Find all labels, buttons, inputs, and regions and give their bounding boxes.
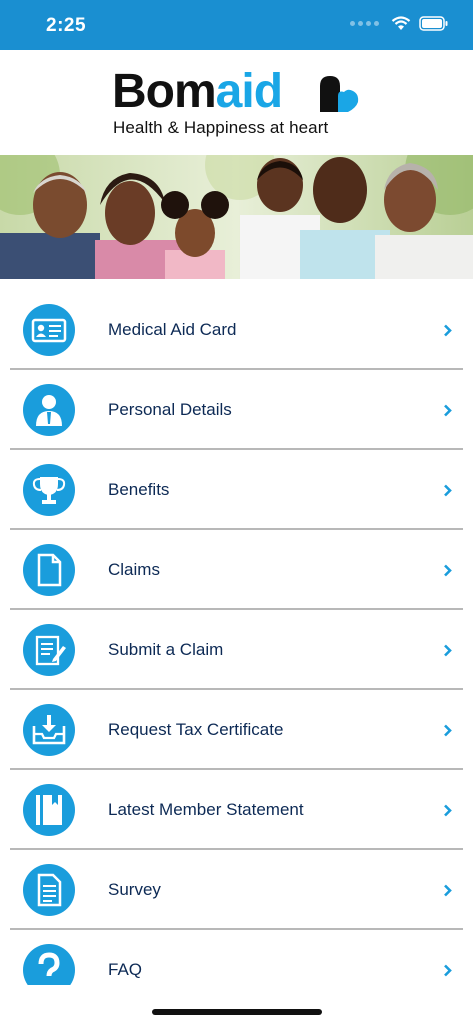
battery-icon: [419, 16, 448, 31]
edit-document-icon: [23, 624, 75, 676]
hero-image: [0, 155, 473, 279]
list-document-icon: [23, 864, 75, 916]
chevron-right-icon: [444, 484, 452, 497]
menu-item-benefits[interactable]: Benefits: [10, 450, 463, 530]
chevron-right-icon: [444, 404, 452, 417]
menu-label-faq: FAQ: [108, 960, 143, 979]
menu-label-latest-member-statement: Latest Member Statement: [108, 800, 304, 819]
brand-logo: Bomaid: [112, 65, 283, 118]
trophy-icon: [23, 464, 75, 516]
book-icon: [23, 784, 75, 836]
menu-label-personal-details: Personal Details: [108, 400, 232, 419]
id-card-icon: [23, 304, 75, 356]
menu-label-benefits: Benefits: [108, 480, 170, 499]
menu-item-personal-details[interactable]: Personal Details: [10, 370, 463, 450]
menu-label-medical-aid-card: Medical Aid Card: [108, 320, 237, 339]
menu-item-request-tax-certificate[interactable]: Request Tax Certificate: [10, 690, 463, 770]
wifi-icon: [391, 16, 411, 30]
status-bar: 2:25: [0, 0, 473, 50]
menu-label-claims: Claims: [108, 560, 160, 579]
main-menu: Medical Aid Card Personal Details Benefi…: [0, 290, 473, 1008]
chevron-right-icon: [444, 644, 452, 657]
logo-mark-icon: [320, 76, 359, 112]
menu-item-survey[interactable]: Survey: [10, 850, 463, 930]
menu-label-survey: Survey: [108, 880, 161, 899]
chevron-right-icon: [444, 964, 452, 977]
chevron-right-icon: [444, 564, 452, 577]
brand-tagline: Health & Happiness at heart: [113, 118, 329, 137]
chevron-right-icon: [444, 804, 452, 817]
menu-label-request-tax-certificate: Request Tax Certificate: [108, 720, 284, 739]
home-indicator[interactable]: [152, 1009, 322, 1015]
menu-label-submit-a-claim: Submit a Claim: [108, 640, 224, 659]
download-tray-icon: [23, 704, 75, 756]
chevron-right-icon: [444, 884, 452, 897]
brand-header: Bomaid Health & Happiness at heart: [0, 50, 473, 155]
bottom-safe-area: [0, 985, 473, 1024]
brand-name-part2: aid: [215, 65, 283, 118]
status-icons: [350, 16, 449, 31]
menu-item-submit-a-claim[interactable]: Submit a Claim: [10, 610, 463, 690]
menu-item-claims[interactable]: Claims: [10, 530, 463, 610]
chevron-right-icon: [444, 724, 452, 737]
status-time: 2:25: [46, 15, 87, 36]
person-icon: [23, 384, 75, 436]
menu-item-latest-member-statement[interactable]: Latest Member Statement: [10, 770, 463, 850]
brand-name-part1: Bom: [112, 65, 217, 118]
signal-icon: [350, 21, 379, 26]
document-icon: [23, 544, 75, 596]
menu-item-medical-aid-card[interactable]: Medical Aid Card: [10, 290, 463, 370]
chevron-right-icon: [444, 324, 452, 337]
